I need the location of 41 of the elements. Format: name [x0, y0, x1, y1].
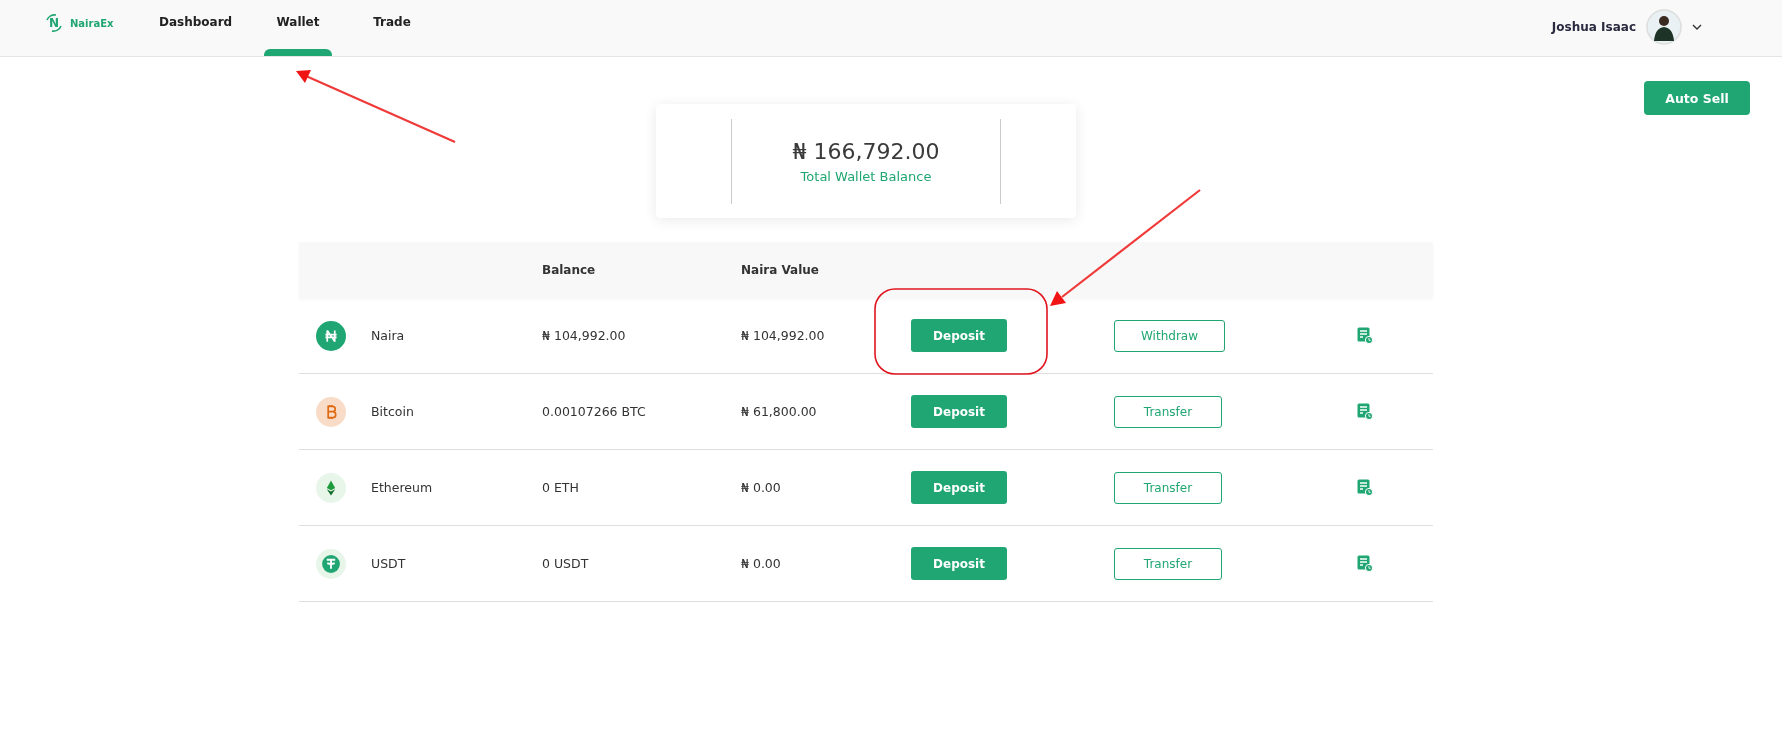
- table-cell-text: ₦ 61,800.00: [741, 404, 818, 419]
- asset-name: Naira: [371, 328, 406, 343]
- ethereum-coin-icon: [316, 472, 346, 503]
- naira-coin-icon: [316, 320, 346, 351]
- nav-tab[interactable]: Dashboard: [159, 0, 229, 56]
- deposit-button[interactable]: Deposit: [911, 547, 1007, 580]
- asset-name: USDT: [371, 556, 407, 571]
- table-cell-text: 0.00107266 BTC: [542, 404, 647, 419]
- logo-mark: N: [44, 13, 64, 33]
- table-cell-text: 0 ETH: [542, 480, 580, 495]
- table-cell-text: ₦ 104,992.00: [741, 328, 826, 343]
- table-cell-text: ₦ 0.00: [741, 480, 782, 495]
- user-name[interactable]: Joshua Isaac: [1551, 20, 1636, 34]
- nav-tab[interactable]: Wallet: [267, 0, 329, 56]
- report-icon[interactable]: [1357, 327, 1373, 344]
- action-button[interactable]: Transfer: [1114, 395, 1222, 428]
- balance-amount: ₦ 166,792.00: [792, 138, 940, 164]
- auto-sell-button[interactable]: Auto Sell: [1644, 81, 1750, 115]
- table-cell-text: ₦ 104,992.00: [542, 328, 627, 343]
- table-cell-text: 0 USDT: [542, 556, 590, 571]
- balance-label: Total Wallet Balance: [800, 168, 932, 184]
- nav-tab[interactable]: Trade: [361, 0, 423, 56]
- report-icon[interactable]: [1357, 403, 1373, 420]
- avatar[interactable]: [1646, 9, 1682, 45]
- report-icon[interactable]: [1357, 555, 1373, 572]
- asset-name: Ethereum: [371, 480, 434, 495]
- asset-name: Bitcoin: [371, 404, 415, 419]
- action-button[interactable]: Withdraw: [1114, 319, 1225, 352]
- deposit-button[interactable]: Deposit: [911, 395, 1007, 428]
- usdt-coin-icon: [316, 548, 346, 579]
- report-icon[interactable]: [1357, 479, 1373, 496]
- table-cell-text: ₦ 0.00: [741, 556, 782, 571]
- action-button[interactable]: Transfer: [1114, 547, 1222, 580]
- column-header: Balance: [542, 263, 597, 277]
- action-button[interactable]: Transfer: [1114, 471, 1222, 504]
- bitcoin-coin-icon: [316, 396, 346, 427]
- logo-text[interactable]: NairaEx: [70, 17, 114, 29]
- column-header: Naira Value: [741, 263, 820, 277]
- deposit-button[interactable]: Deposit: [911, 471, 1007, 504]
- chevron-down-icon[interactable]: [1692, 24, 1702, 30]
- deposit-button[interactable]: Deposit: [911, 319, 1007, 352]
